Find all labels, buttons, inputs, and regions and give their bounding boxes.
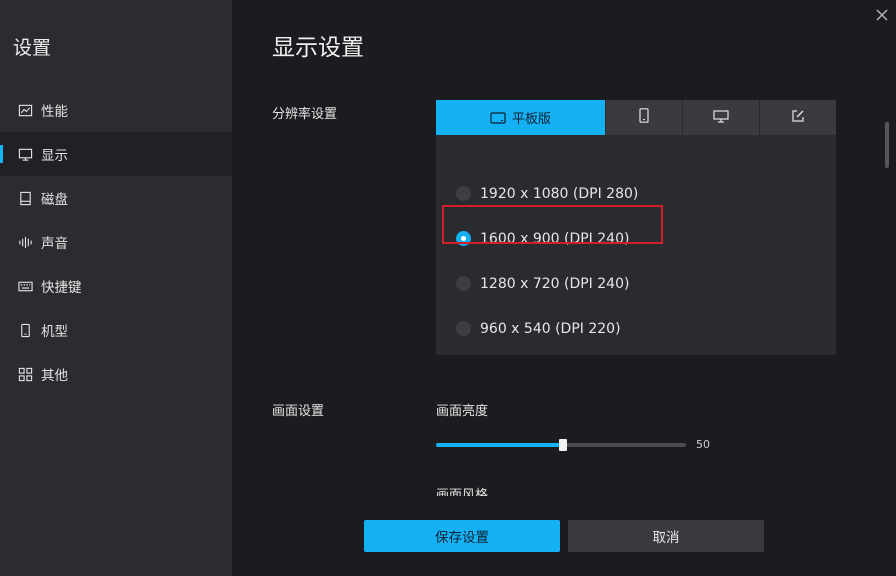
radio-button-checked[interactable] bbox=[456, 231, 471, 246]
sidebar-item-label: 性能 bbox=[41, 104, 68, 120]
main-panel: 显示设置 分辨率设置 平板版 1920 x 1080 (DPI 280) 160… bbox=[232, 0, 896, 576]
tab-phone[interactable] bbox=[605, 100, 682, 135]
chart-icon bbox=[17, 102, 33, 118]
sidebar-item-label: 其他 bbox=[41, 368, 68, 384]
footer: 保存设置 取消 bbox=[232, 496, 896, 576]
monitor-icon bbox=[17, 146, 33, 162]
sidebar-item-label: 机型 bbox=[41, 324, 68, 340]
sidebar-item-label: 磁盘 bbox=[41, 192, 68, 208]
tab-custom[interactable] bbox=[759, 100, 836, 135]
slider-thumb[interactable] bbox=[559, 439, 567, 451]
sidebar-item-performance[interactable]: 性能 bbox=[0, 88, 232, 132]
resolution-option-1920[interactable]: 1920 x 1080 (DPI 280) bbox=[436, 171, 836, 216]
sidebar-item-label: 显示 bbox=[41, 148, 68, 164]
sidebar-item-model[interactable]: 机型 bbox=[0, 308, 232, 352]
sidebar: 设置 性能 显示 磁盘 声音 快捷键 机型 其他 bbox=[0, 0, 232, 576]
option-label: 1920 x 1080 (DPI 280) bbox=[480, 185, 639, 202]
phone-icon bbox=[639, 108, 649, 127]
screen-settings-label: 画面设置 bbox=[272, 404, 325, 419]
brightness-value: 50 bbox=[696, 438, 710, 451]
grid-icon bbox=[17, 366, 33, 382]
resolution-options: 1920 x 1080 (DPI 280) 1600 x 900 (DPI 24… bbox=[436, 135, 836, 351]
brightness-slider[interactable] bbox=[436, 437, 686, 453]
tablet-icon bbox=[490, 111, 506, 124]
sidebar-item-disk[interactable]: 磁盘 bbox=[0, 176, 232, 220]
sound-icon bbox=[17, 234, 33, 250]
tab-tablet[interactable]: 平板版 bbox=[436, 100, 605, 135]
sidebar-item-other[interactable]: 其他 bbox=[0, 352, 232, 396]
resolution-option-1280[interactable]: 1280 x 720 (DPI 240) bbox=[436, 261, 836, 306]
option-label: 1600 x 900 (DPI 240) bbox=[480, 230, 630, 247]
resolution-option-960[interactable]: 960 x 540 (DPI 220) bbox=[436, 306, 836, 351]
tab-desktop[interactable] bbox=[682, 100, 759, 135]
resolution-label: 分辨率设置 bbox=[272, 107, 338, 122]
tab-label: 平板版 bbox=[511, 112, 551, 127]
close-icon bbox=[876, 9, 888, 21]
resolution-option-1600[interactable]: 1600 x 900 (DPI 240) bbox=[436, 216, 836, 261]
screen-style-label: 画面风格 bbox=[436, 488, 489, 496]
sidebar-title: 设置 bbox=[13, 37, 52, 59]
close-button[interactable] bbox=[874, 7, 890, 23]
radio-button[interactable] bbox=[456, 186, 471, 201]
page-title: 显示设置 bbox=[272, 35, 364, 61]
edit-icon bbox=[791, 108, 805, 127]
sidebar-item-shortcuts[interactable]: 快捷键 bbox=[0, 264, 232, 308]
sidebar-item-display[interactable]: 显示 bbox=[0, 132, 232, 176]
scrollbar[interactable] bbox=[885, 122, 889, 168]
phone-icon bbox=[17, 322, 33, 338]
sidebar-item-label: 声音 bbox=[41, 236, 68, 252]
sidebar-nav: 性能 显示 磁盘 声音 快捷键 机型 其他 bbox=[0, 88, 232, 396]
radio-button[interactable] bbox=[456, 276, 471, 291]
option-label: 1280 x 720 (DPI 240) bbox=[480, 275, 630, 292]
slider-fill bbox=[436, 443, 561, 447]
radio-button[interactable] bbox=[456, 321, 471, 336]
option-label: 960 x 540 (DPI 220) bbox=[480, 320, 621, 337]
keyboard-icon bbox=[17, 278, 33, 294]
sidebar-item-label: 快捷键 bbox=[41, 280, 82, 296]
disk-icon bbox=[17, 190, 33, 206]
resolution-tabs: 平板版 bbox=[436, 100, 836, 135]
cancel-button[interactable]: 取消 bbox=[568, 520, 764, 552]
save-button[interactable]: 保存设置 bbox=[364, 520, 560, 552]
sidebar-item-sound[interactable]: 声音 bbox=[0, 220, 232, 264]
monitor-icon bbox=[713, 108, 729, 127]
resolution-panel: 平板版 1920 x 1080 (DPI 280) 1600 x 900 (DP… bbox=[436, 100, 836, 355]
brightness-label: 画面亮度 bbox=[436, 404, 489, 419]
